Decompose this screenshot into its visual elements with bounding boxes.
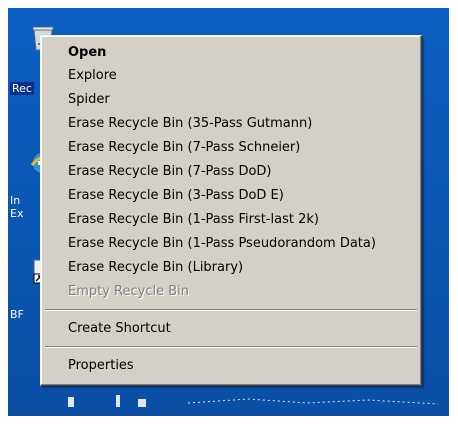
desktop-icon-label: BF [10,308,24,321]
desktop-icon-row-partial [68,392,449,407]
menu-item-erase-7-pass-dod[interactable]: Erase Recycle Bin (7-Pass DoD) [44,161,418,183]
menu-item-properties[interactable]: Properties [44,355,418,377]
menu-separator [45,346,417,348]
menu-item-explore[interactable]: Explore [44,65,418,87]
menu-item-erase-library[interactable]: Erase Recycle Bin (Library) [44,257,418,279]
menu-item-spider[interactable]: Spider [44,89,418,111]
menu-item-erase-3-pass-dod-e[interactable]: Erase Recycle Bin (3-Pass DoD E) [44,185,418,207]
menu-item-empty-recycle-bin: Empty Recycle Bin [68,284,189,299]
menu-item-erase-1-pass-first-last-2k[interactable]: Erase Recycle Bin (1-Pass First-last 2k) [44,209,418,231]
desktop-icon-label: In [10,194,21,207]
menu-separator [45,309,417,311]
desktop-icon-label: Ex [10,207,24,220]
menu-item-erase-1-pass-pseudorandom[interactable]: Erase Recycle Bin (1-Pass Pseudorandom D… [44,233,418,255]
context-menu[interactable]: Open Explore Spider Erase Recycle Bin (3… [40,35,422,386]
desktop-icon-label: Rec [10,82,34,95]
menu-item-erase-35-pass-gutmann[interactable]: Erase Recycle Bin (35-Pass Gutmann) [44,113,418,135]
menu-item-create-shortcut[interactable]: Create Shortcut [44,318,418,340]
menu-item-erase-7-pass-schneier[interactable]: Erase Recycle Bin (7-Pass Schneier) [44,137,418,159]
menu-item-open[interactable]: Open [44,42,418,64]
